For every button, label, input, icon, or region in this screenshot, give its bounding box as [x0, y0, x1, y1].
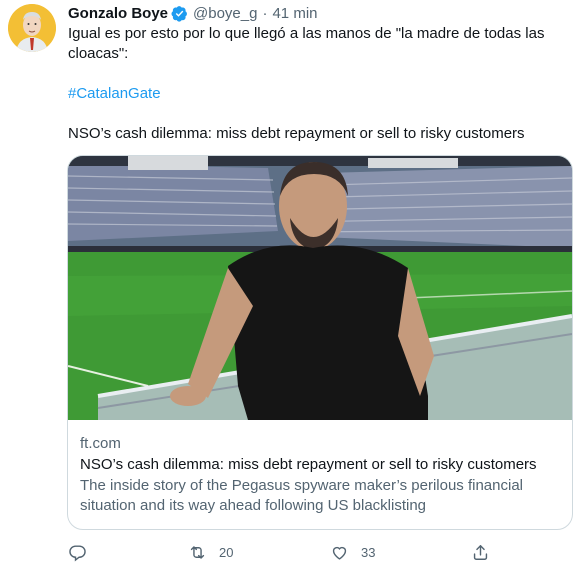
card-photo: [68, 156, 572, 420]
retweet-icon: [190, 545, 205, 559]
share-icon: [473, 544, 488, 560]
verified-badge-icon: [171, 5, 187, 22]
like-button[interactable]: 33: [330, 540, 375, 564]
like-count: 33: [361, 544, 376, 560]
tweet-headline: NSO’s cash dilemma: miss debt repayment …: [68, 125, 525, 142]
card-image[interactable]: [68, 156, 572, 420]
card-domain: ft.com: [80, 435, 121, 452]
like-icon: [332, 546, 347, 560]
avatar-illustration: [8, 4, 56, 52]
retweet-count: 20: [219, 544, 234, 560]
card-title[interactable]: NSO’s cash dilemma: miss debt repayment …: [80, 455, 565, 475]
card-meta: ft.com NSO’s cash dilemma: miss debt rep…: [80, 434, 565, 516]
tweet-text: Igual es por esto por lo que llegó a las…: [68, 24, 568, 144]
retweet-button[interactable]: 20: [188, 540, 233, 564]
card-description: The inside story of the Pegasus spyware …: [80, 477, 523, 514]
author-name[interactable]: Gonzalo Boye: [68, 5, 168, 22]
share-button[interactable]: [471, 540, 490, 564]
tweet-actions: 20 33: [68, 540, 508, 564]
link-card[interactable]: ft.com NSO’s cash dilemma: miss debt rep…: [67, 155, 573, 530]
tweet-text-line: Igual es por esto por lo que llegó a las…: [68, 25, 545, 62]
separator-dot: ·: [262, 4, 268, 22]
hashtag-link[interactable]: #CatalanGate: [68, 85, 161, 102]
tweet-timestamp[interactable]: 41 min: [272, 5, 317, 22]
tweet-header: Gonzalo Boye @boye_g · 41 min: [68, 3, 318, 23]
avatar[interactable]: [8, 4, 56, 52]
reply-icon: [69, 544, 86, 561]
author-handle[interactable]: @boye_g: [193, 5, 257, 22]
reply-button[interactable]: [68, 540, 99, 564]
